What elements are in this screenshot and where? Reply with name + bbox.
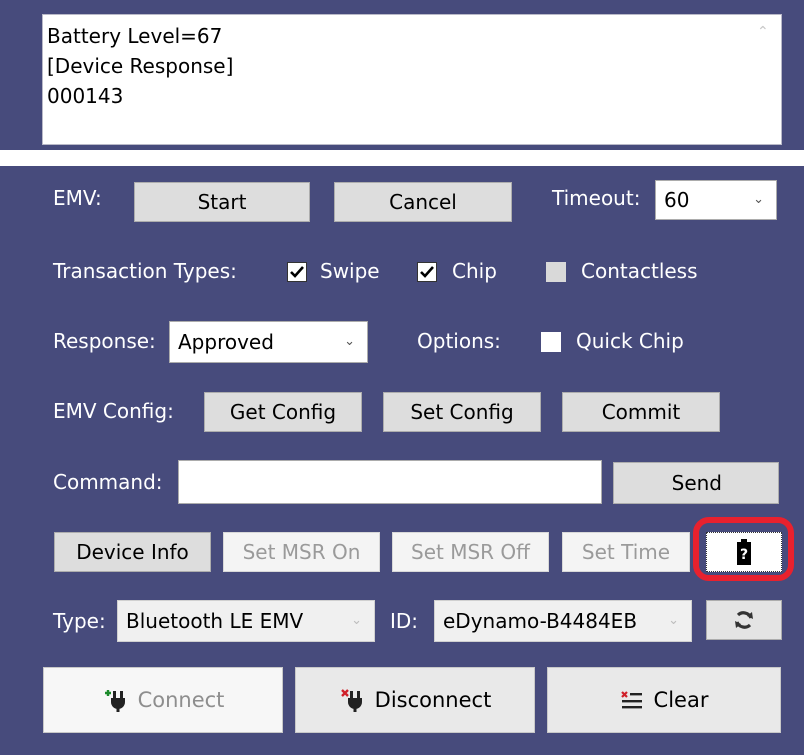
checkmark-icon [290, 266, 304, 278]
swipe-checkbox[interactable] [287, 262, 307, 282]
response-label: Response: [53, 329, 156, 353]
refresh-icon [735, 611, 753, 629]
refresh-button[interactable] [706, 600, 782, 640]
svg-text:?: ? [740, 547, 748, 563]
timeout-label: Timeout: [552, 186, 641, 210]
connection-type-select[interactable]: Bluetooth LE EMV ⌄ [117, 600, 375, 642]
swipe-label: Swipe [320, 259, 380, 283]
contactless-label: Contactless [581, 259, 698, 283]
disconnect-button[interactable]: Disconnect [295, 667, 535, 733]
clear-button[interactable]: Clear [547, 667, 781, 733]
response-value: Approved [178, 330, 274, 354]
output-lines: Battery Level=67 [Device Response] 00014… [47, 21, 233, 111]
chevron-down-icon: ⌄ [351, 612, 362, 628]
set-msr-off-button[interactable]: Set MSR Off [392, 532, 549, 572]
command-input[interactable] [178, 460, 602, 504]
type-label: Type: [53, 609, 106, 633]
plug-connect-icon [104, 690, 125, 712]
output-line: [Device Response] [47, 54, 234, 78]
output-panel: Battery Level=67 [Device Response] 00014… [0, 0, 804, 150]
output-textbox[interactable]: Battery Level=67 [Device Response] 00014… [42, 14, 782, 145]
chevron-down-icon: ⌄ [753, 191, 764, 207]
response-select[interactable]: Approved ⌄ [169, 321, 368, 363]
emv-label: EMV: [53, 186, 102, 210]
send-button[interactable]: Send [613, 462, 779, 504]
chevron-down-icon: ⌄ [344, 333, 355, 349]
cancel-button[interactable]: Cancel [334, 182, 512, 222]
options-label: Options: [417, 329, 501, 353]
connect-button[interactable]: Connect [43, 667, 283, 733]
id-label: ID: [390, 609, 419, 633]
device-info-button[interactable]: Device Info [54, 532, 211, 572]
emv-config-label: EMV Config: [53, 399, 174, 423]
plug-disconnect-icon [340, 689, 362, 712]
disconnect-label: Disconnect [374, 688, 492, 712]
quick-chip-checkbox[interactable] [541, 332, 561, 352]
connection-type-value: Bluetooth LE EMV [126, 609, 304, 633]
device-id-value: eDynamo-B4484EB [443, 609, 638, 633]
connect-label: Connect [137, 688, 225, 712]
set-msr-on-button[interactable]: Set MSR On [223, 532, 380, 572]
command-label: Command: [53, 470, 163, 494]
quick-chip-label: Quick Chip [576, 329, 684, 353]
clear-list-icon [620, 691, 642, 709]
chevron-down-icon: ⌄ [668, 612, 679, 628]
timeout-value: 60 [664, 188, 690, 212]
timeout-select[interactable]: 60 ⌄ [655, 180, 777, 220]
start-button[interactable]: Start [134, 182, 310, 222]
get-config-button[interactable]: Get Config [204, 392, 362, 432]
scroll-up-icon[interactable]: ⌃ [757, 25, 771, 39]
contactless-checkbox[interactable] [546, 262, 566, 282]
battery-button[interactable]: ? [706, 532, 782, 572]
checkmark-icon [420, 266, 434, 278]
transaction-types-label: Transaction Types: [53, 259, 237, 283]
set-time-button[interactable]: Set Time [562, 532, 690, 572]
chip-checkbox[interactable] [417, 262, 437, 282]
control-panel: EMV: Start Cancel Timeout: 60 ⌄ Transact… [0, 166, 804, 755]
clear-label: Clear [653, 688, 709, 712]
commit-button[interactable]: Commit [562, 392, 720, 432]
chip-label: Chip [452, 259, 497, 283]
set-config-button[interactable]: Set Config [383, 392, 541, 432]
battery-unknown-icon: ? [737, 539, 751, 565]
device-id-select[interactable]: eDynamo-B4484EB ⌄ [434, 600, 692, 642]
output-line: Battery Level=67 [47, 24, 223, 48]
output-line: 000143 [47, 84, 124, 108]
